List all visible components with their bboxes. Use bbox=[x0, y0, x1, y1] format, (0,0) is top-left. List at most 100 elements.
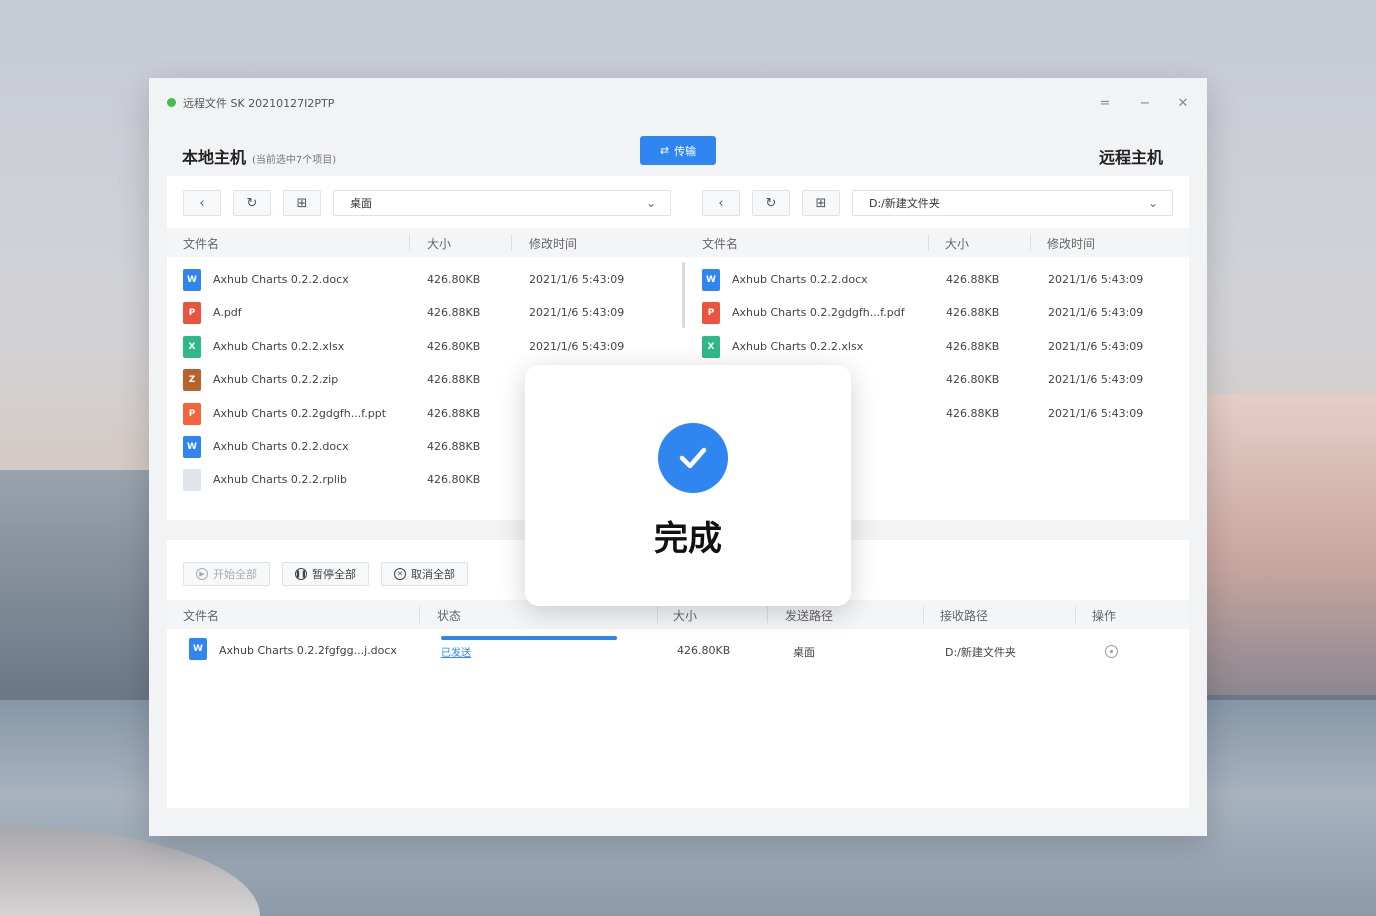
file-row[interactable]: W Axhub Charts 0.2.2.docx 426.80KB 2021/1/6… bbox=[167, 263, 687, 296]
transfer-progress-bar bbox=[441, 636, 617, 640]
file-row[interactable]: PA.pdf426.88KB2021/1/6 5:43:09 bbox=[167, 296, 687, 329]
transfer-status-link[interactable]: 已发送 bbox=[441, 644, 471, 659]
file-modified: 2021/1/6 5:43:09 bbox=[529, 273, 624, 286]
local-host-title: 本地主机 (当前选中7个项目) bbox=[182, 144, 336, 168]
chevron-left-icon: ‹ bbox=[199, 196, 204, 211]
column-header-modified[interactable]: 修改时间 bbox=[1047, 235, 1095, 252]
refresh-icon: ↻ bbox=[766, 196, 777, 211]
file-row[interactable]: XAxhub Charts 0.2.2.xlsx426.88KB2021/1/6… bbox=[686, 330, 1189, 363]
file-name: A.pdf bbox=[213, 306, 242, 319]
back-button[interactable]: ‹ bbox=[183, 190, 221, 216]
column-header-actions: 操作 bbox=[1092, 607, 1116, 624]
word-icon: W bbox=[183, 269, 201, 291]
ppt-icon: P bbox=[183, 403, 201, 425]
queue-toolbar: ▶ 开始全部 ❚❚ 暂停全部 ✕ 取消全部 bbox=[183, 562, 468, 586]
minimize-button[interactable]: − bbox=[1134, 93, 1156, 115]
file-name: Axhub Charts 0.2.2.docx bbox=[213, 273, 349, 286]
pdf-icon: P bbox=[702, 302, 720, 324]
local-host-label: 本地主机 bbox=[182, 148, 246, 167]
close-button[interactable]: ✕ bbox=[1172, 93, 1194, 115]
success-check-icon bbox=[658, 423, 728, 493]
local-scrollbar[interactable] bbox=[682, 262, 685, 328]
file-size: 426.88KB bbox=[946, 306, 999, 319]
word-icon: W bbox=[183, 436, 201, 458]
file-name: Axhub Charts 0.2.2.docx bbox=[732, 273, 868, 286]
file-size: 426.80KB bbox=[427, 273, 480, 286]
column-header-name[interactable]: 文件名 bbox=[702, 235, 738, 252]
remote-path-select[interactable]: D:/新建文件夹 ⌄ bbox=[852, 190, 1173, 216]
column-divider bbox=[657, 606, 658, 623]
column-header-status: 状态 bbox=[437, 607, 461, 624]
file-icon bbox=[183, 469, 201, 491]
file-name: Axhub Charts 0.2.2.rplib bbox=[213, 473, 347, 486]
word-icon: W bbox=[702, 269, 720, 291]
cancel-all-button[interactable]: ✕ 取消全部 bbox=[381, 562, 468, 586]
column-divider bbox=[511, 234, 512, 251]
file-name: Axhub Charts 0.2.2gdgfh...f.ppt bbox=[213, 407, 386, 420]
file-modified: 2021/1/6 5:43:09 bbox=[1048, 340, 1143, 353]
word-icon: W bbox=[189, 638, 207, 660]
excel-icon: X bbox=[183, 336, 201, 358]
column-header-size[interactable]: 大小 bbox=[945, 235, 969, 252]
chevron-down-icon: ⌄ bbox=[646, 196, 656, 210]
column-divider bbox=[923, 606, 924, 623]
remote-host-title: 远程主机 bbox=[1099, 144, 1163, 168]
local-path-value: 桌面 bbox=[350, 195, 372, 211]
queue-file-size: 426.80KB bbox=[677, 644, 730, 657]
column-header-name[interactable]: 文件名 bbox=[183, 235, 219, 252]
sync-icon: ⇄ bbox=[660, 144, 669, 157]
file-modified: 2021/1/6 5:43:09 bbox=[1048, 407, 1143, 420]
completion-message: 完成 bbox=[525, 511, 851, 560]
chevron-down-icon: ⌄ bbox=[1148, 196, 1158, 210]
remote-path-value: D:/新建文件夹 bbox=[869, 195, 940, 211]
more-options-icon[interactable] bbox=[1105, 645, 1118, 658]
new-folder-button[interactable]: ⊞ bbox=[283, 190, 321, 216]
column-header-modified[interactable]: 修改时间 bbox=[529, 235, 577, 252]
refresh-icon: ↻ bbox=[247, 196, 258, 211]
start-all-button[interactable]: ▶ 开始全部 bbox=[183, 562, 270, 586]
pause-all-button[interactable]: ❚❚ 暂停全部 bbox=[282, 562, 369, 586]
file-modified: 2021/1/6 5:43:09 bbox=[529, 340, 624, 353]
chevron-left-icon: ‹ bbox=[718, 196, 723, 211]
pause-all-label: 暂停全部 bbox=[312, 566, 356, 582]
queue-row[interactable]: W Axhub Charts 0.2.2fgfgg...j.docx 已发送 4… bbox=[167, 636, 1189, 672]
column-header-send-path: 发送路径 bbox=[785, 607, 833, 624]
column-header-receive-path: 接收路径 bbox=[940, 607, 988, 624]
column-divider bbox=[409, 234, 410, 251]
transfer-button[interactable]: ⇄ 传输 bbox=[640, 136, 716, 165]
file-size: 426.88KB bbox=[946, 340, 999, 353]
menu-button[interactable]: = bbox=[1094, 93, 1116, 115]
zip-icon: Z bbox=[183, 369, 201, 391]
cancel-all-label: 取消全部 bbox=[411, 566, 455, 582]
file-row[interactable]: WAxhub Charts 0.2.2.docx426.88KB2021/1/6… bbox=[686, 263, 1189, 296]
file-name: Axhub Charts 0.2.2gdgfh...f.pdf bbox=[732, 306, 905, 319]
column-divider bbox=[1030, 234, 1031, 251]
column-header-size[interactable]: 大小 bbox=[427, 235, 451, 252]
column-divider bbox=[767, 606, 768, 623]
refresh-button[interactable]: ↻ bbox=[233, 190, 271, 216]
new-folder-button[interactable]: ⊞ bbox=[802, 190, 840, 216]
local-selection-count: (当前选中7个项目) bbox=[252, 155, 336, 166]
file-modified: 2021/1/6 5:43:09 bbox=[1048, 306, 1143, 319]
file-row[interactable]: XAxhub Charts 0.2.2.xlsx426.80KB2021/1/6… bbox=[167, 330, 687, 363]
completion-dialog: 完成 bbox=[525, 365, 851, 606]
queue-receive-path: D:/新建文件夹 bbox=[945, 644, 1016, 660]
refresh-button[interactable]: ↻ bbox=[752, 190, 790, 216]
pause-icon: ❚❚ bbox=[295, 568, 307, 580]
column-header-name: 文件名 bbox=[183, 607, 219, 624]
file-modified: 2021/1/6 5:43:09 bbox=[1048, 273, 1143, 286]
file-name: Axhub Charts 0.2.2.xlsx bbox=[213, 340, 344, 353]
column-divider bbox=[1075, 606, 1076, 623]
folder-plus-icon: ⊞ bbox=[297, 196, 308, 211]
file-row[interactable]: P Axhub Charts 0.2.2gdgfh...f.pdf 426.88KB… bbox=[686, 296, 1189, 329]
folder-plus-icon: ⊞ bbox=[816, 196, 827, 211]
back-button[interactable]: ‹ bbox=[702, 190, 740, 216]
file-name: Axhub Charts 0.2.2.xlsx bbox=[732, 340, 863, 353]
file-size: 426.88KB bbox=[427, 407, 480, 420]
remote-table-header: 文件名 大小 修改时间 bbox=[686, 228, 1189, 257]
column-header-size: 大小 bbox=[673, 607, 697, 624]
column-divider bbox=[928, 234, 929, 251]
transfer-button-label: 传输 bbox=[674, 143, 696, 159]
file-size: 426.88KB bbox=[427, 373, 480, 386]
local-path-select[interactable]: 桌面 ⌄ bbox=[333, 190, 671, 216]
